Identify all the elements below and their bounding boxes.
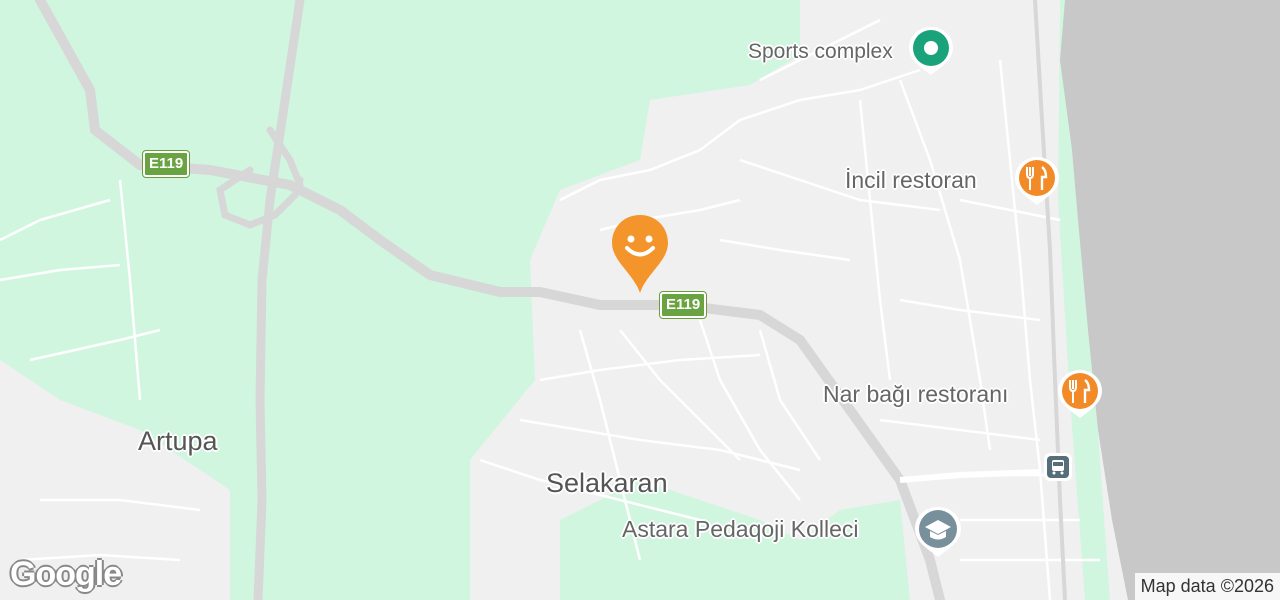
school-icon[interactable] — [913, 505, 963, 559]
road-shield-e119-west: E119 — [141, 150, 191, 178]
poi-label-sports-complex[interactable]: Sports complex — [748, 40, 893, 64]
map-attribution: Map data ©2026 — [1134, 573, 1280, 600]
poi-label-nar-bagi[interactable]: Nar bağı restoranı — [823, 381, 1008, 408]
road-shield-e119-center: E119 — [658, 291, 708, 319]
poi-label-incil-restoran[interactable]: İncil restoran — [845, 167, 977, 194]
smiley-pin-icon[interactable] — [609, 213, 671, 295]
area-label-selakaran[interactable]: Selakaran — [546, 468, 668, 499]
restaurant-icon[interactable] — [1013, 155, 1061, 207]
map-canvas[interactable] — [0, 0, 1280, 600]
google-logo: Google — [10, 555, 122, 593]
restaurant-icon[interactable] — [1056, 368, 1104, 420]
sports-pin-icon[interactable] — [907, 25, 955, 77]
bus-icon[interactable] — [1043, 452, 1073, 482]
area-label-artupa[interactable]: Artupa — [138, 426, 218, 457]
poi-label-astara-college[interactable]: Astara Pedaqoji Kolleci — [622, 516, 859, 543]
